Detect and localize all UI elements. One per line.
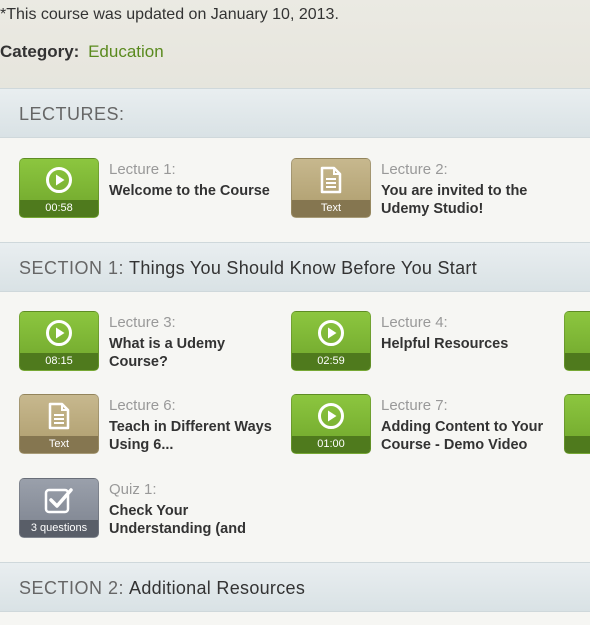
lectures-panel: 00:58 Lecture 1: Welcome to the Course T… [0, 138, 590, 242]
lecture-number: Lecture 2: [381, 161, 448, 178]
section-2-panel [0, 612, 590, 625]
lecture-item[interactable]: 08:15 Lecture 3: What is a Udemy Course? [19, 311, 289, 373]
lectures-header: LECTURES: [0, 88, 590, 138]
video-thumbnail-partial[interactable] [564, 394, 590, 454]
checkbox-icon [20, 484, 98, 516]
video-thumbnail-partial[interactable] [564, 311, 590, 371]
text-thumbnail[interactable]: Text [19, 394, 99, 454]
duration-caption [565, 436, 590, 453]
section-prefix: SECTION 1: [19, 258, 125, 278]
category-label: Category: [0, 42, 80, 61]
lecture-item[interactable]: 00:58 Lecture 1: Welcome to the Course [19, 158, 289, 220]
play-icon [20, 317, 98, 349]
section-1-panel: 08:15 Lecture 3: What is a Udemy Course?… [0, 292, 590, 562]
duration-caption [565, 353, 590, 370]
duration-caption: 01:00 [292, 436, 370, 453]
video-thumbnail[interactable]: 01:00 [291, 394, 371, 454]
lecture-number: Lecture 1: [109, 161, 176, 178]
quiz-title[interactable]: Check Your Understanding (and explore th… [109, 502, 279, 540]
lecture-item[interactable]: 02:59 Lecture 4: Helpful Resources [291, 311, 561, 373]
lecture-number: Lecture 6: [109, 397, 176, 414]
lecture-number: Lecture 3: [109, 314, 176, 331]
play-icon [20, 164, 98, 196]
updated-notice: *This course was updated on January 10, … [0, 6, 339, 23]
lecture-title[interactable]: You are invited to the Udemy Studio! [381, 182, 551, 218]
lecture-item[interactable]: Text Lecture 6: Teach in Different Ways … [19, 394, 289, 456]
lecture-item[interactable]: Text Lecture 2: You are invited to the U… [291, 158, 561, 220]
lecture-title[interactable]: What is a Udemy Course? [109, 335, 279, 371]
lecture-title[interactable]: Helpful Resources [381, 335, 551, 353]
section-2-header: SECTION 2: Additional Resources [0, 562, 590, 612]
type-caption: Text [20, 436, 98, 453]
section-1-header: SECTION 1: Things You Should Know Before… [0, 242, 590, 292]
quiz-number: Quiz 1: [109, 481, 157, 498]
lecture-item[interactable]: 01:00 Lecture 7: Adding Content to Your … [291, 394, 561, 456]
duration-caption: 00:58 [20, 200, 98, 217]
course-info: *This course was updated on January 10, … [0, 0, 590, 88]
lecture-title[interactable]: Teach in Different Ways Using 6... [109, 418, 279, 454]
duration-caption: 02:59 [292, 353, 370, 370]
category-row: Category: Education [0, 42, 164, 62]
section-prefix: LECTURES: [19, 104, 125, 124]
section-name: Things You Should Know Before You Start [129, 258, 477, 278]
section-prefix: SECTION 2: [19, 578, 125, 598]
lecture-title[interactable]: Welcome to the Course [109, 182, 279, 200]
video-thumbnail[interactable]: 02:59 [291, 311, 371, 371]
play-icon [292, 317, 370, 349]
play-icon [292, 400, 370, 432]
text-thumbnail[interactable]: Text [291, 158, 371, 218]
lecture-title[interactable]: Adding Content to Your Course - Demo Vid… [381, 418, 551, 454]
question-count-caption: 3 questions [20, 520, 98, 537]
document-icon [292, 164, 370, 196]
quiz-item[interactable]: 3 questions Quiz 1: Check Your Understan… [19, 478, 289, 540]
lecture-number: Lecture 7: [381, 397, 448, 414]
page: *This course was updated on January 10, … [0, 0, 590, 625]
lecture-number: Lecture 4: [381, 314, 448, 331]
document-icon [20, 400, 98, 432]
category-link[interactable]: Education [88, 42, 164, 61]
video-thumbnail[interactable]: 00:58 [19, 158, 99, 218]
type-caption: Text [292, 200, 370, 217]
section-name: Additional Resources [129, 578, 306, 598]
duration-caption: 08:15 [20, 353, 98, 370]
video-thumbnail[interactable]: 08:15 [19, 311, 99, 371]
quiz-thumbnail[interactable]: 3 questions [19, 478, 99, 538]
